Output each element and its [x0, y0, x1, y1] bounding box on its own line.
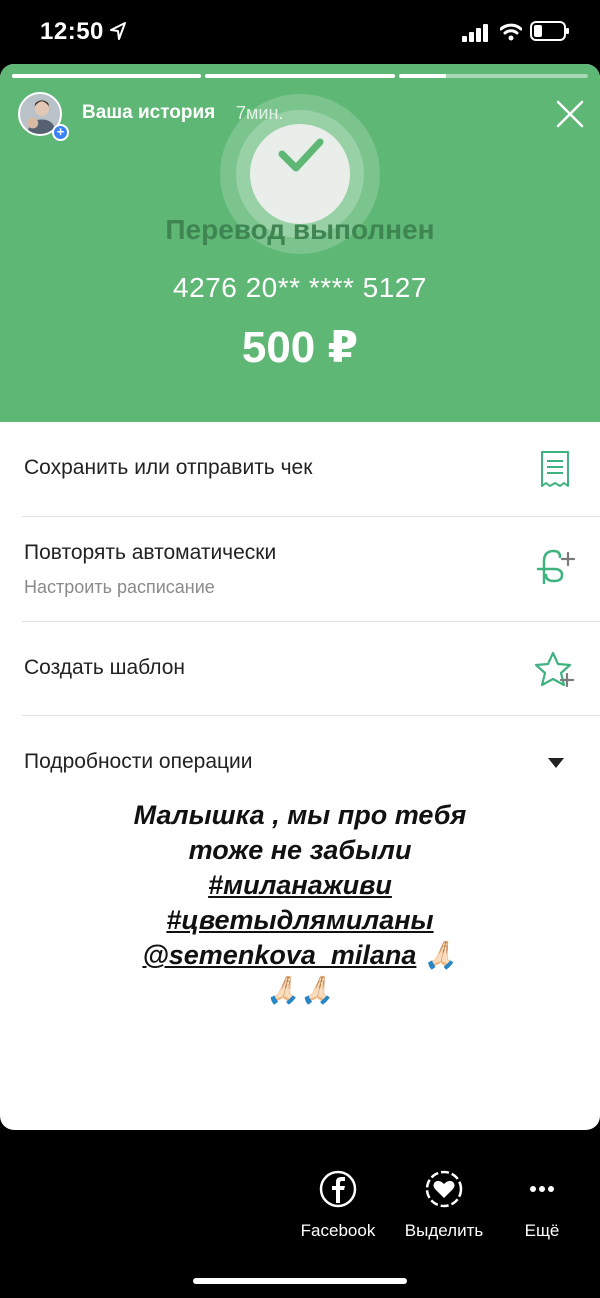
story-progress: [12, 74, 588, 78]
story-user-label: Ваша история: [82, 102, 216, 123]
prayer-emoji: 🙏🏻🙏🏻: [266, 975, 334, 1005]
story-progress-segment: [205, 74, 395, 78]
wifi-icon: [500, 23, 522, 41]
facebook-label: Facebook: [300, 1221, 376, 1240]
receipt-row[interactable]: Сохранить или отправить чек: [22, 422, 600, 516]
signal-icon: [462, 24, 488, 42]
more-button[interactable]: Ещё: [512, 1170, 572, 1241]
transfer-header: + Ваша история 7мин. Перевод выполнен 42…: [0, 64, 600, 422]
receipt-icon: [541, 451, 569, 487]
star-plus-icon: [534, 651, 575, 688]
status-bar: 12:50: [0, 0, 600, 64]
chevron-down-icon: [548, 758, 564, 768]
repeat-label: Повторять автоматически: [24, 541, 277, 564]
details-row[interactable]: Подробности операции: [22, 716, 600, 788]
story-time-ago: 7мин.: [236, 103, 284, 123]
highlight-button[interactable]: Выделить: [400, 1170, 488, 1241]
prayer-emoji: 🙏🏻: [423, 940, 458, 970]
status-time: 12:50: [40, 18, 104, 45]
repeat-plus-icon: [536, 549, 576, 585]
facebook-button[interactable]: Facebook: [298, 1170, 378, 1241]
more-label: Ещё: [524, 1221, 560, 1240]
hashtag[interactable]: #миланаживи: [0, 868, 600, 903]
highlight-heart-icon: [425, 1170, 463, 1208]
home-indicator[interactable]: [193, 1278, 407, 1284]
highlight-label: Выделить: [404, 1221, 484, 1240]
repeat-sub: Настроить расписание: [24, 577, 215, 597]
caption-line: Малышка , мы про тебя: [133, 800, 467, 830]
caption-line: @semenkova_milana 🙏🏻: [0, 938, 600, 973]
add-story-icon[interactable]: +: [52, 124, 69, 141]
repeat-row[interactable]: Повторять автоматически Настроить распис…: [22, 517, 600, 621]
story-progress-segment: [398, 74, 588, 78]
caption-line: тоже не забыли: [188, 835, 412, 865]
transfer-amount: 500 ₽: [241, 323, 359, 372]
close-icon[interactable]: [554, 98, 586, 130]
facebook-icon: [319, 1170, 357, 1208]
card-number: 4276 20** **** 5127: [173, 272, 427, 303]
hashtag[interactable]: #цветыдлямиланы: [0, 903, 600, 938]
more-dots-icon: [530, 1186, 554, 1192]
story-card[interactable]: + Ваша история 7мин. Перевод выполнен 42…: [0, 64, 600, 1130]
template-label: Создать шаблон: [24, 656, 186, 679]
battery-icon: [530, 21, 569, 41]
receipt-label: Сохранить или отправить чек: [24, 456, 313, 479]
story-caption: Малышка , мы про тебя тоже не забыли #ми…: [0, 798, 600, 1008]
template-row[interactable]: Создать шаблон: [22, 622, 600, 715]
mention[interactable]: @semenkova_milana: [142, 940, 416, 970]
details-label: Подробности операции: [24, 750, 253, 773]
location-arrow-icon: [110, 22, 126, 40]
transfer-status-title: Перевод выполнен: [165, 214, 435, 245]
story-progress-segment: [12, 74, 202, 78]
